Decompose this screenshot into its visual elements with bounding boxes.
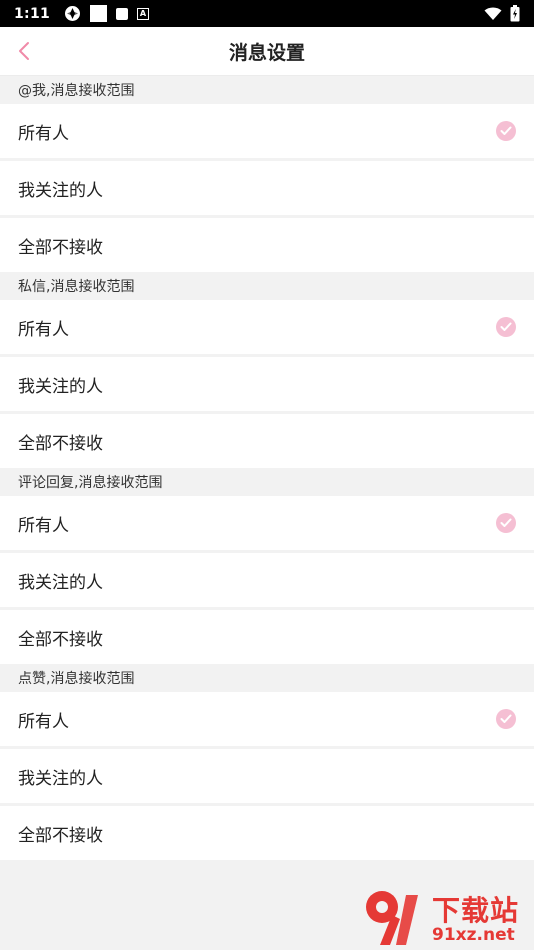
option-label: 所有人 [18,515,69,536]
section-header-private-message: 私信,消息接收范围 [0,272,534,300]
option-label: 我关注的人 [18,180,103,201]
option-pm-everyone[interactable]: 所有人 [0,300,534,354]
option-like-none[interactable]: 全部不接收 [0,806,534,860]
check-icon [496,317,516,337]
check-icon [496,121,516,141]
option-mention-none[interactable]: 全部不接收 [0,218,534,272]
back-button[interactable] [10,37,38,65]
notification-icons: A [64,5,150,22]
watermark-logo: 下载站 91xz.net [362,887,534,950]
check-icon [496,709,516,729]
option-label: 全部不接收 [18,825,103,846]
option-label: 全部不接收 [18,629,103,650]
letter-a-icon: A [137,7,150,20]
section-header-mention: @我,消息接收范围 [0,76,534,104]
system-icons [484,5,520,22]
option-like-everyone[interactable]: 所有人 [0,692,534,746]
status-time: 1:11 [14,5,51,22]
option-label: 全部不接收 [18,433,103,454]
section-header-like: 点赞,消息接收范围 [0,664,534,692]
option-reply-everyone[interactable]: 所有人 [0,496,534,550]
watermark-title: 下载站 [432,894,520,927]
app-notification-icon [90,5,108,22]
option-label: 我关注的人 [18,572,103,593]
option-like-following[interactable]: 我关注的人 [0,749,534,803]
option-pm-none[interactable]: 全部不接收 [0,414,534,468]
navigation-bar: 消息设置 [0,27,534,76]
option-reply-none[interactable]: 全部不接收 [0,610,534,664]
option-mention-everyone[interactable]: 所有人 [0,104,534,158]
watermark-91-icon [366,891,418,945]
aperture-icon [64,5,81,22]
battery-charging-icon [510,5,520,22]
option-label: 我关注的人 [18,376,103,397]
check-icon [496,513,516,533]
option-label: 所有人 [18,123,69,144]
option-label: 所有人 [18,711,69,732]
chevron-left-icon [19,42,29,60]
page-title: 消息设置 [228,41,305,64]
option-label: 我关注的人 [18,768,103,789]
stop-icon [116,7,129,20]
option-reply-following[interactable]: 我关注的人 [0,553,534,607]
settings-list: @我,消息接收范围 所有人 我关注的人 全部不接收 私信,消息接收范围 所有人 … [0,76,534,860]
option-label: 所有人 [18,319,69,340]
wifi-icon [484,7,502,21]
watermark-url: 91xz.net [432,925,515,945]
status-bar: 1:11 A [0,0,534,27]
section-header-comment-reply: 评论回复,消息接收范围 [0,468,534,496]
option-mention-following[interactable]: 我关注的人 [0,161,534,215]
option-label: 全部不接收 [18,237,103,258]
option-pm-following[interactable]: 我关注的人 [0,357,534,411]
